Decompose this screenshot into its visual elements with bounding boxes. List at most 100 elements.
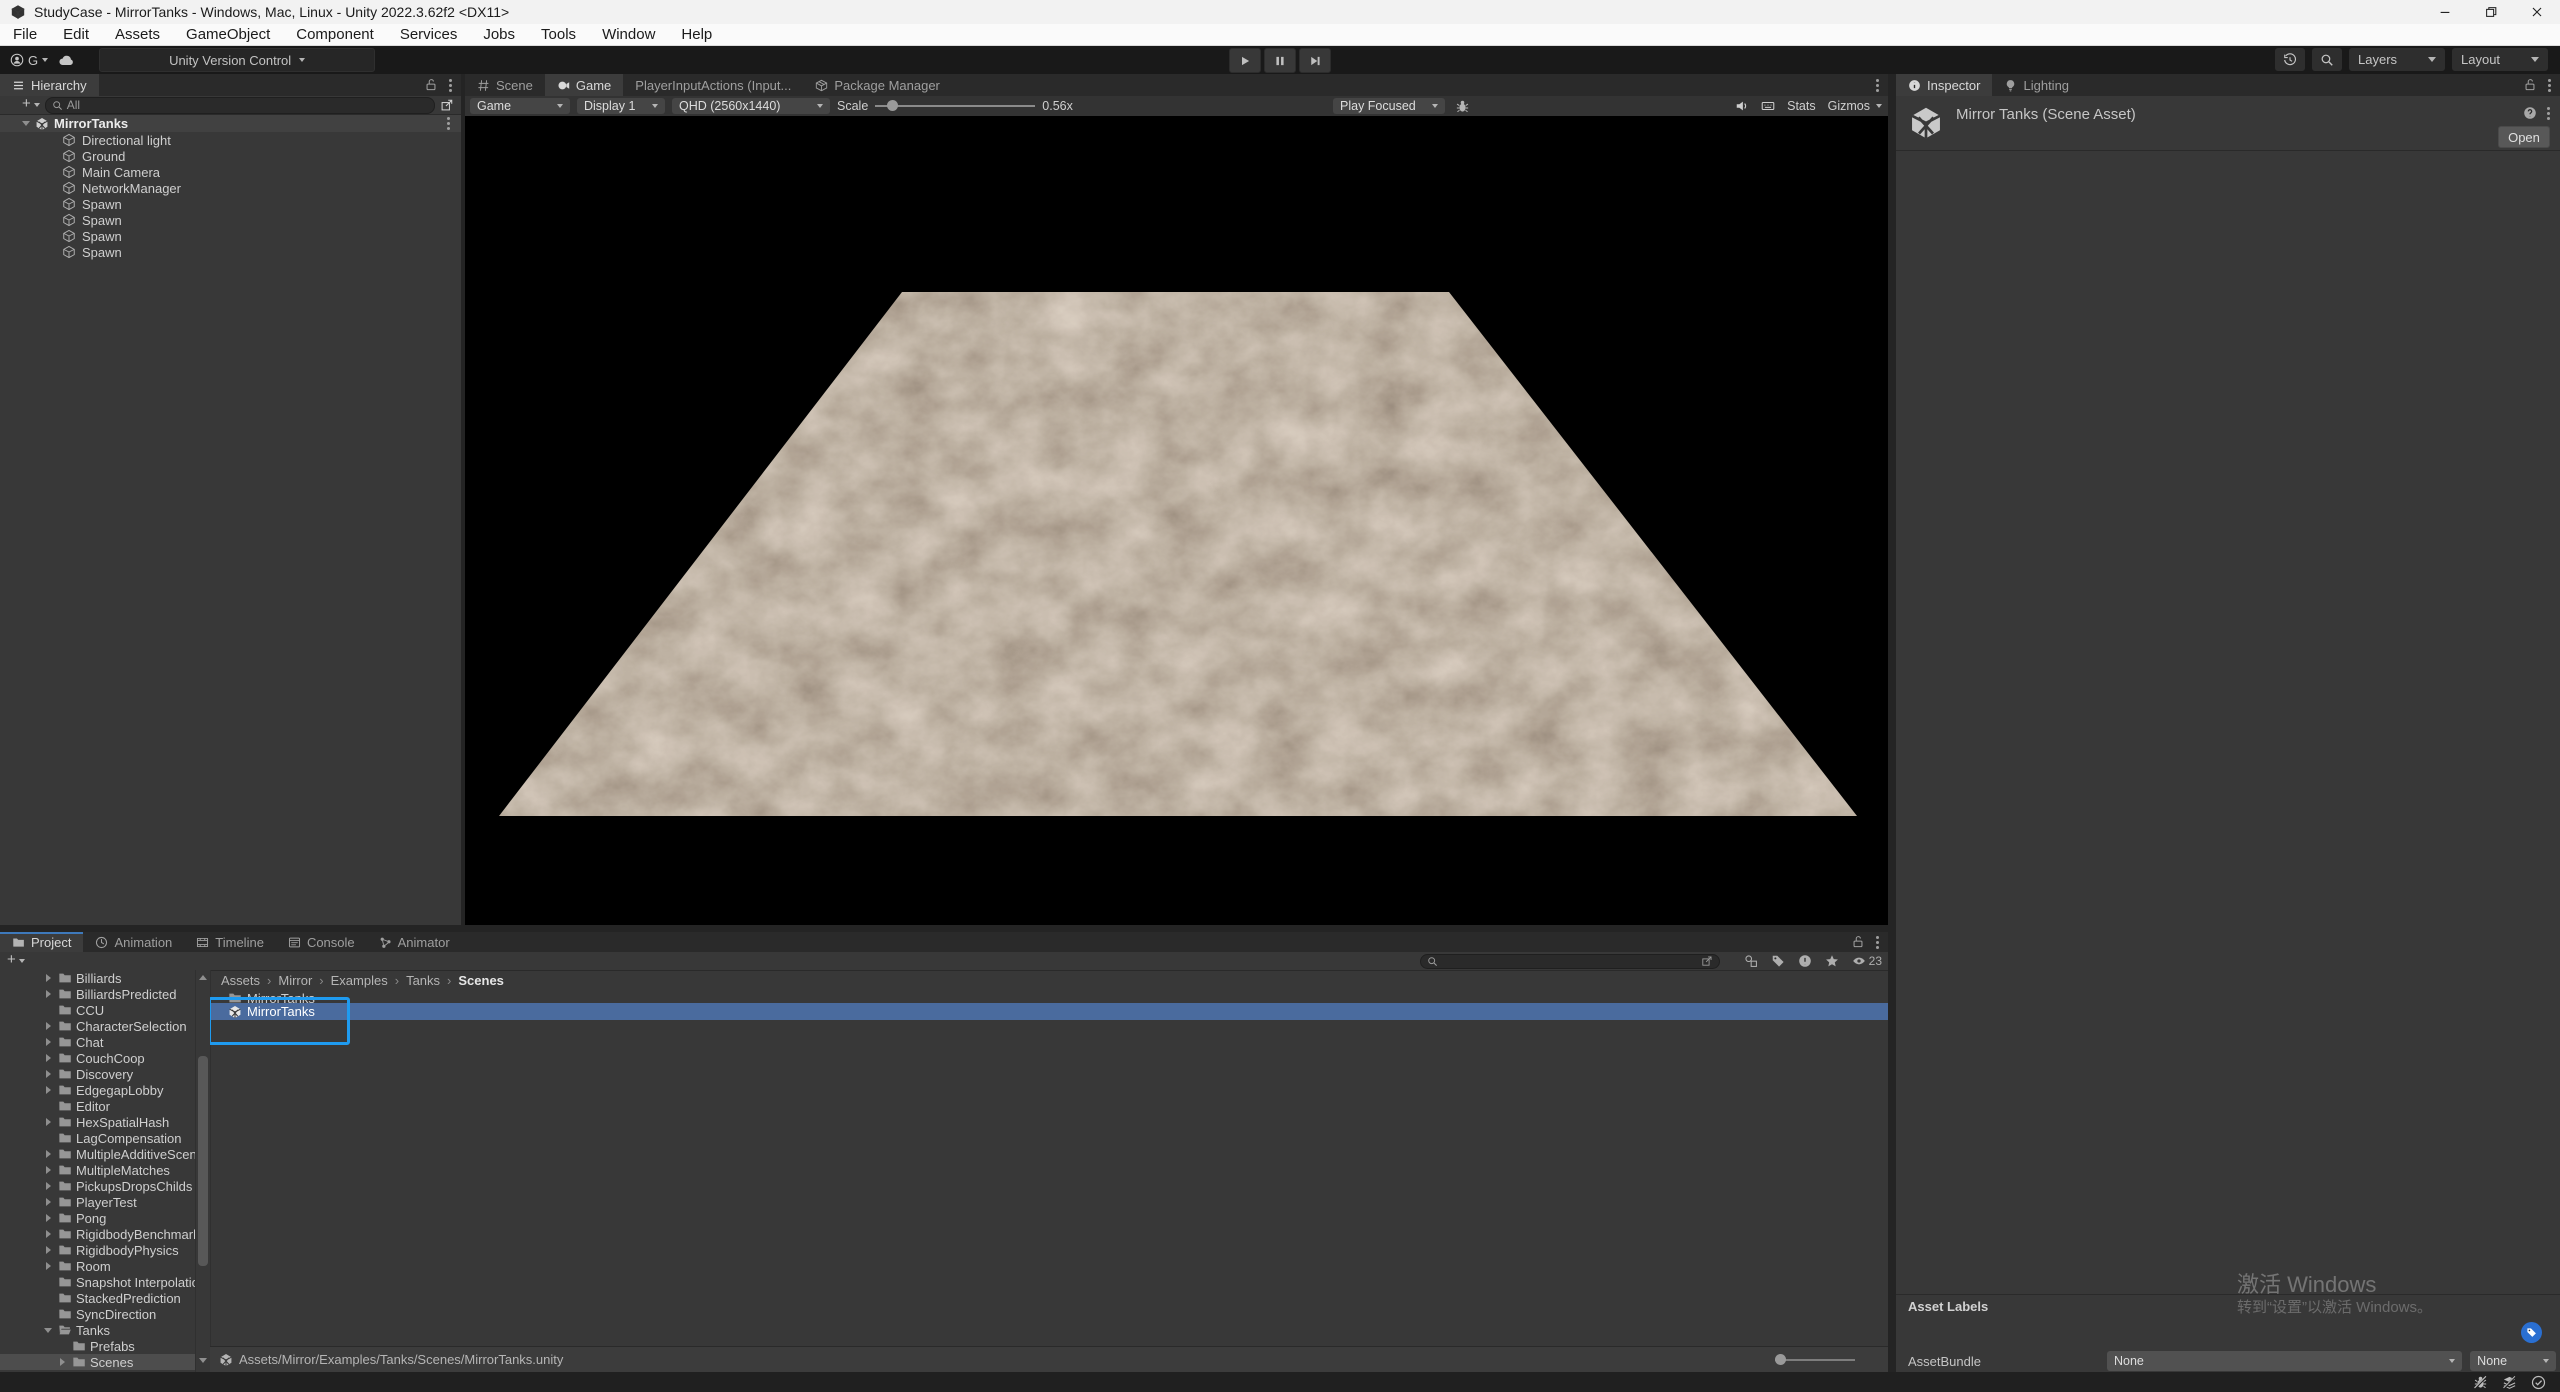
slider-knob[interactable] [887, 100, 898, 111]
expand-arrow-icon[interactable] [58, 1356, 68, 1368]
tab-project[interactable]: Project [0, 932, 83, 952]
project-tree-item[interactable]: Billiards [0, 970, 195, 986]
expand-arrow-icon[interactable] [44, 1180, 54, 1192]
project-tree-item[interactable]: PickupsDropsChilds [0, 1178, 195, 1194]
pause-button[interactable] [1264, 48, 1296, 73]
tab-console[interactable]: Console [276, 932, 367, 952]
project-tree-item[interactable]: CouchCoop [0, 1050, 195, 1066]
project-tree-item[interactable]: Room [0, 1258, 195, 1274]
tab-animator[interactable]: Animator [367, 932, 462, 952]
project-tree-item[interactable]: LagCompensation [0, 1130, 195, 1146]
thumbnail-size-slider[interactable] [1775, 1353, 1855, 1367]
menu-item[interactable]: Help [668, 24, 725, 45]
import-warnings-icon[interactable] [1798, 954, 1812, 968]
menu-item[interactable]: Window [589, 24, 668, 45]
help-icon[interactable] [2523, 106, 2537, 120]
expand-arrow-icon[interactable] [44, 1036, 54, 1048]
search-by-type-icon[interactable] [1744, 954, 1758, 968]
expand-arrow-icon[interactable] [44, 1164, 54, 1176]
search-by-label-icon[interactable] [1771, 954, 1785, 968]
project-tree-item[interactable]: RigidbodyBenchmark [0, 1226, 195, 1242]
menu-item[interactable]: Edit [50, 24, 102, 45]
display-target-dropdown[interactable]: Display 1 [577, 98, 665, 114]
project-tree-item[interactable]: CCU [0, 1002, 195, 1018]
hierarchy-item[interactable]: Spawn [0, 196, 461, 212]
cloud-icon[interactable] [58, 52, 75, 69]
menu-item[interactable]: Services [387, 24, 471, 45]
tab-lighting[interactable]: Lighting [1992, 74, 2081, 96]
menu-item[interactable]: File [0, 24, 50, 45]
expand-arrow-icon[interactable] [44, 1100, 54, 1112]
breadcrumb-item[interactable]: Assets [221, 973, 260, 988]
debugger-disabled-icon[interactable] [2473, 1375, 2488, 1390]
collapse-arrow-icon[interactable] [22, 121, 30, 126]
expand-arrow-icon[interactable] [44, 1116, 54, 1128]
tab-inspector[interactable]: Inspector [1896, 74, 1992, 96]
layout-dropdown[interactable]: Layout [2452, 48, 2548, 71]
project-tree-item[interactable]: MultipleMatches [0, 1162, 195, 1178]
undo-history-button[interactable] [2275, 48, 2305, 71]
project-tree-item[interactable]: Tanks [0, 1322, 195, 1338]
hierarchy-item[interactable]: Spawn [0, 228, 461, 244]
create-button[interactable]: + [7, 99, 40, 111]
hierarchy-item[interactable]: NetworkManager [0, 180, 461, 196]
expand-arrow-icon[interactable] [44, 1260, 54, 1272]
lock-icon[interactable] [2523, 78, 2537, 92]
project-tree-item[interactable]: Scenes [0, 1354, 195, 1370]
stats-toggle[interactable]: Stats [1787, 99, 1816, 113]
expand-arrow-icon[interactable] [44, 1196, 54, 1208]
gizmos-dropdown[interactable]: Gizmos [1828, 99, 1882, 113]
scroll-up-icon[interactable] [199, 975, 207, 980]
project-tree-item[interactable]: SyncDirection [0, 1306, 195, 1322]
hierarchy-search-input[interactable]: All [45, 97, 435, 114]
favorites-star-icon[interactable] [1825, 954, 1839, 968]
expand-arrow-icon[interactable] [44, 1084, 54, 1096]
project-tree-item[interactable]: Editor [0, 1098, 195, 1114]
background-tasks-icon[interactable] [2531, 1375, 2546, 1390]
project-tree-item[interactable]: EdgegapLobby [0, 1082, 195, 1098]
menu-item[interactable]: Tools [528, 24, 589, 45]
hidden-count-toggle[interactable]: 23 [1852, 954, 1882, 968]
add-label-button[interactable] [2521, 1322, 2542, 1343]
scroll-down-icon[interactable] [199, 1358, 207, 1363]
expand-arrow-icon[interactable] [44, 1244, 54, 1256]
panel-menu-icon[interactable] [1876, 936, 1879, 949]
breadcrumb-item[interactable]: Tanks [395, 973, 440, 988]
asset-labels-header[interactable]: Asset Labels [1896, 1294, 2560, 1317]
project-tree-item[interactable]: PlayerTest [0, 1194, 195, 1210]
open-scene-button[interactable]: Open [2498, 126, 2550, 148]
menu-item[interactable]: Component [283, 24, 387, 45]
expand-arrow-icon[interactable] [44, 972, 54, 984]
expand-arrow-icon[interactable] [44, 1292, 54, 1304]
assetbundle-variant-dropdown[interactable]: None [2470, 1351, 2556, 1371]
tree-scrollbar[interactable] [195, 970, 211, 1372]
panel-menu-icon[interactable] [1876, 79, 1879, 92]
expand-arrow-icon[interactable] [44, 1148, 54, 1160]
keyboard-icon[interactable] [1761, 99, 1775, 113]
panel-menu-icon[interactable] [2548, 79, 2551, 92]
hierarchy-item[interactable]: Ground [0, 148, 461, 164]
tab-package-manager[interactable]: Package Manager [803, 74, 952, 96]
expand-arrow-icon[interactable] [44, 1052, 54, 1064]
expand-arrow-icon[interactable] [44, 1276, 54, 1288]
project-tree-item[interactable]: Chat [0, 1034, 195, 1050]
header-menu-icon[interactable] [2547, 107, 2550, 120]
tab-animation[interactable]: Animation [83, 932, 184, 952]
tab-timeline[interactable]: Timeline [184, 932, 276, 952]
project-tree-item[interactable]: StackedPrediction [0, 1290, 195, 1306]
expand-arrow-icon[interactable] [44, 1324, 54, 1336]
asset-row-clipped[interactable]: MirrorTanks [210, 990, 1888, 1003]
step-button[interactable] [1299, 48, 1331, 73]
menu-item[interactable]: Assets [102, 24, 173, 45]
project-search-input[interactable] [1420, 954, 1720, 969]
breadcrumb-item[interactable]: Examples [319, 973, 387, 988]
tab-scene[interactable]: Scene [465, 74, 545, 96]
expand-arrow-icon[interactable] [44, 1308, 54, 1320]
scale-slider[interactable] [875, 98, 1035, 114]
expand-arrow-icon[interactable] [44, 1132, 54, 1144]
mute-audio-icon[interactable] [1735, 99, 1749, 113]
play-focused-dropdown[interactable]: Play Focused [1333, 98, 1445, 114]
slider-knob[interactable] [1775, 1354, 1786, 1365]
open-search-window-icon[interactable] [440, 98, 454, 112]
expand-arrow-icon[interactable] [44, 1068, 54, 1080]
